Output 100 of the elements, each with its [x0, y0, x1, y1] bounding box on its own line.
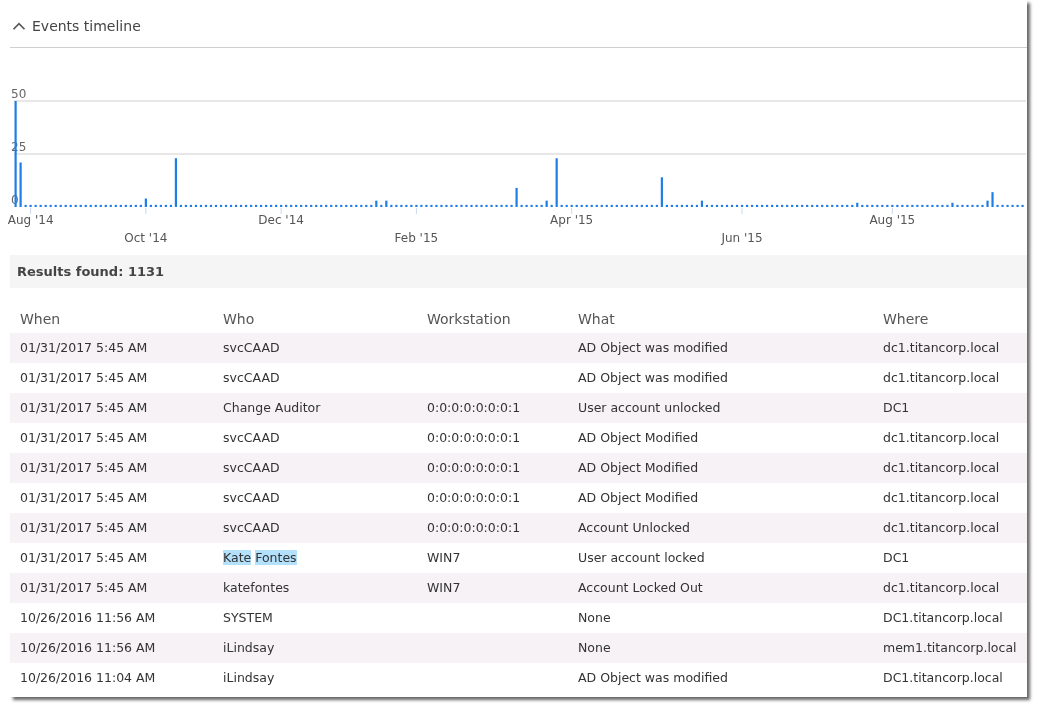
table-cell: mem1.titancorp.local	[883, 639, 1017, 655]
bar	[525, 204, 528, 207]
bar	[300, 204, 303, 207]
bar	[79, 204, 82, 207]
table-cell: dc1.titancorp.local	[883, 519, 1000, 535]
bar	[786, 204, 789, 207]
table-cell: 0:0:0:0:0:0:0:1	[427, 459, 521, 475]
bar	[781, 204, 784, 207]
bar	[966, 204, 969, 207]
table-row[interactable]: 10/26/2016 11:56 AM SYSTEM None DC1.titancorp.local	[10, 603, 1027, 633]
table-cell: iLindsay	[223, 639, 275, 655]
bar	[375, 200, 378, 207]
bar	[320, 204, 323, 207]
bar	[625, 204, 628, 207]
column-header[interactable]: Who	[223, 309, 427, 330]
table-cell: 01/31/2017 5:45 AM	[20, 399, 148, 415]
table-row[interactable]: 10/26/2016 11:04 AM iLindsay AD Object was modified DC1.titancorp.local	[10, 663, 1027, 693]
bar	[1001, 204, 1004, 207]
table-row[interactable]: 01/31/2017 5:45 AM Change Auditor 0:0:0:0:0:0:0:1 User account unlocked DC1	[10, 393, 1027, 423]
bar	[84, 204, 87, 207]
bar	[144, 198, 147, 207]
bar	[796, 204, 799, 207]
bar	[846, 204, 849, 207]
x-axis-label: Oct '14	[124, 231, 168, 245]
bar	[555, 158, 558, 207]
table-cell: 10/26/2016 11:56 AM	[20, 639, 156, 655]
bar	[69, 204, 72, 207]
table-cell: User account unlocked	[578, 399, 721, 415]
table-cell: AD Object Modified	[578, 489, 699, 505]
bar	[600, 204, 603, 207]
bar	[675, 204, 678, 207]
x-axis-label: Jun '15	[721, 231, 763, 245]
bar	[89, 204, 92, 207]
bar	[575, 204, 578, 207]
bar	[806, 204, 809, 207]
table-row[interactable]: 10/26/2016 11:56 AM iLindsay None mem1.titancorp.local	[10, 633, 1027, 663]
bar	[996, 204, 999, 207]
table-row[interactable]: 01/31/2017 5:45 AM svcCAAD 0:0:0:0:0:0:0:1 AD Object Modified dc1.titancorp.local	[10, 483, 1027, 513]
table-cell: DC1	[883, 549, 910, 565]
bar	[981, 204, 984, 207]
table-cell: None	[578, 639, 611, 655]
bar	[961, 204, 964, 207]
table-cell: WIN7	[427, 579, 461, 595]
bar	[24, 204, 27, 207]
table-cell: Account Locked Out	[578, 579, 703, 595]
bar	[34, 204, 37, 207]
table-cell: DC1	[883, 399, 910, 415]
bar	[520, 204, 523, 207]
bar	[655, 204, 658, 207]
table-cell: dc1.titancorp.local	[883, 429, 1000, 445]
column-header[interactable]: Workstation	[427, 309, 578, 330]
bar	[390, 204, 393, 207]
bar	[926, 204, 929, 207]
bar	[876, 204, 879, 207]
column-header[interactable]: When	[20, 309, 223, 330]
bar	[415, 204, 418, 207]
bar	[139, 204, 142, 207]
collapse-toggle[interactable]: Events timeline	[10, 16, 141, 37]
table-row[interactable]: 01/31/2017 5:45 AM Kate Fontes WIN7 User account locked DC1	[10, 543, 1027, 573]
table-cell: 01/31/2017 5:45 AM	[20, 339, 148, 355]
bar	[861, 204, 864, 207]
bar	[921, 204, 924, 207]
table-cell: svcCAAD	[223, 369, 280, 385]
column-header[interactable]: What	[578, 309, 883, 330]
table-row[interactable]: 01/31/2017 5:45 AM svcCAAD AD Object was modified dc1.titancorp.local	[10, 333, 1027, 363]
bar	[951, 202, 954, 207]
table-row[interactable]: 01/31/2017 5:45 AM svcCAAD 0:0:0:0:0:0:0:1 AD Object Modified dc1.titancorp.local	[10, 423, 1027, 453]
bar	[265, 204, 268, 207]
table-row[interactable]: 01/31/2017 5:45 AM svcCAAD 0:0:0:0:0:0:0:1 AD Object Modified dc1.titancorp.local	[10, 453, 1027, 483]
bar	[49, 204, 52, 207]
column-header[interactable]: Where	[883, 309, 1027, 330]
bar	[370, 204, 373, 207]
table-row[interactable]: 01/31/2017 5:45 AM katefontes WIN7 Account Locked Out dc1.titancorp.local	[10, 573, 1027, 603]
table-cell: AD Object was modified	[578, 339, 728, 355]
bar	[1016, 204, 1019, 207]
table-cell: 0:0:0:0:0:0:0:1	[427, 519, 521, 535]
table-cell: dc1.titancorp.local	[883, 579, 1000, 595]
bar	[991, 192, 994, 207]
table-row[interactable]: 01/31/2017 5:45 AM svcCAAD 0:0:0:0:0:0:0:1 Account Unlocked dc1.titancorp.local	[10, 513, 1027, 543]
table-row[interactable]: 01/31/2017 5:45 AM svcCAAD AD Object was modified dc1.titancorp.local	[10, 363, 1027, 393]
table-cell: Account Unlocked	[578, 519, 690, 535]
bar	[290, 204, 293, 207]
bar	[941, 204, 944, 207]
bar	[866, 204, 869, 207]
bar	[285, 204, 288, 207]
y-axis-label: 50	[11, 87, 27, 101]
bar	[841, 204, 844, 207]
bar	[255, 204, 258, 207]
bar	[44, 204, 47, 207]
bar	[470, 204, 473, 207]
bar	[871, 204, 874, 207]
bar	[931, 204, 934, 207]
bar	[620, 204, 623, 207]
bar	[480, 204, 483, 207]
bar	[475, 204, 478, 207]
bar	[896, 204, 899, 207]
bar	[680, 204, 683, 207]
bar	[1006, 204, 1009, 207]
bar	[64, 204, 67, 207]
bar	[811, 204, 814, 207]
